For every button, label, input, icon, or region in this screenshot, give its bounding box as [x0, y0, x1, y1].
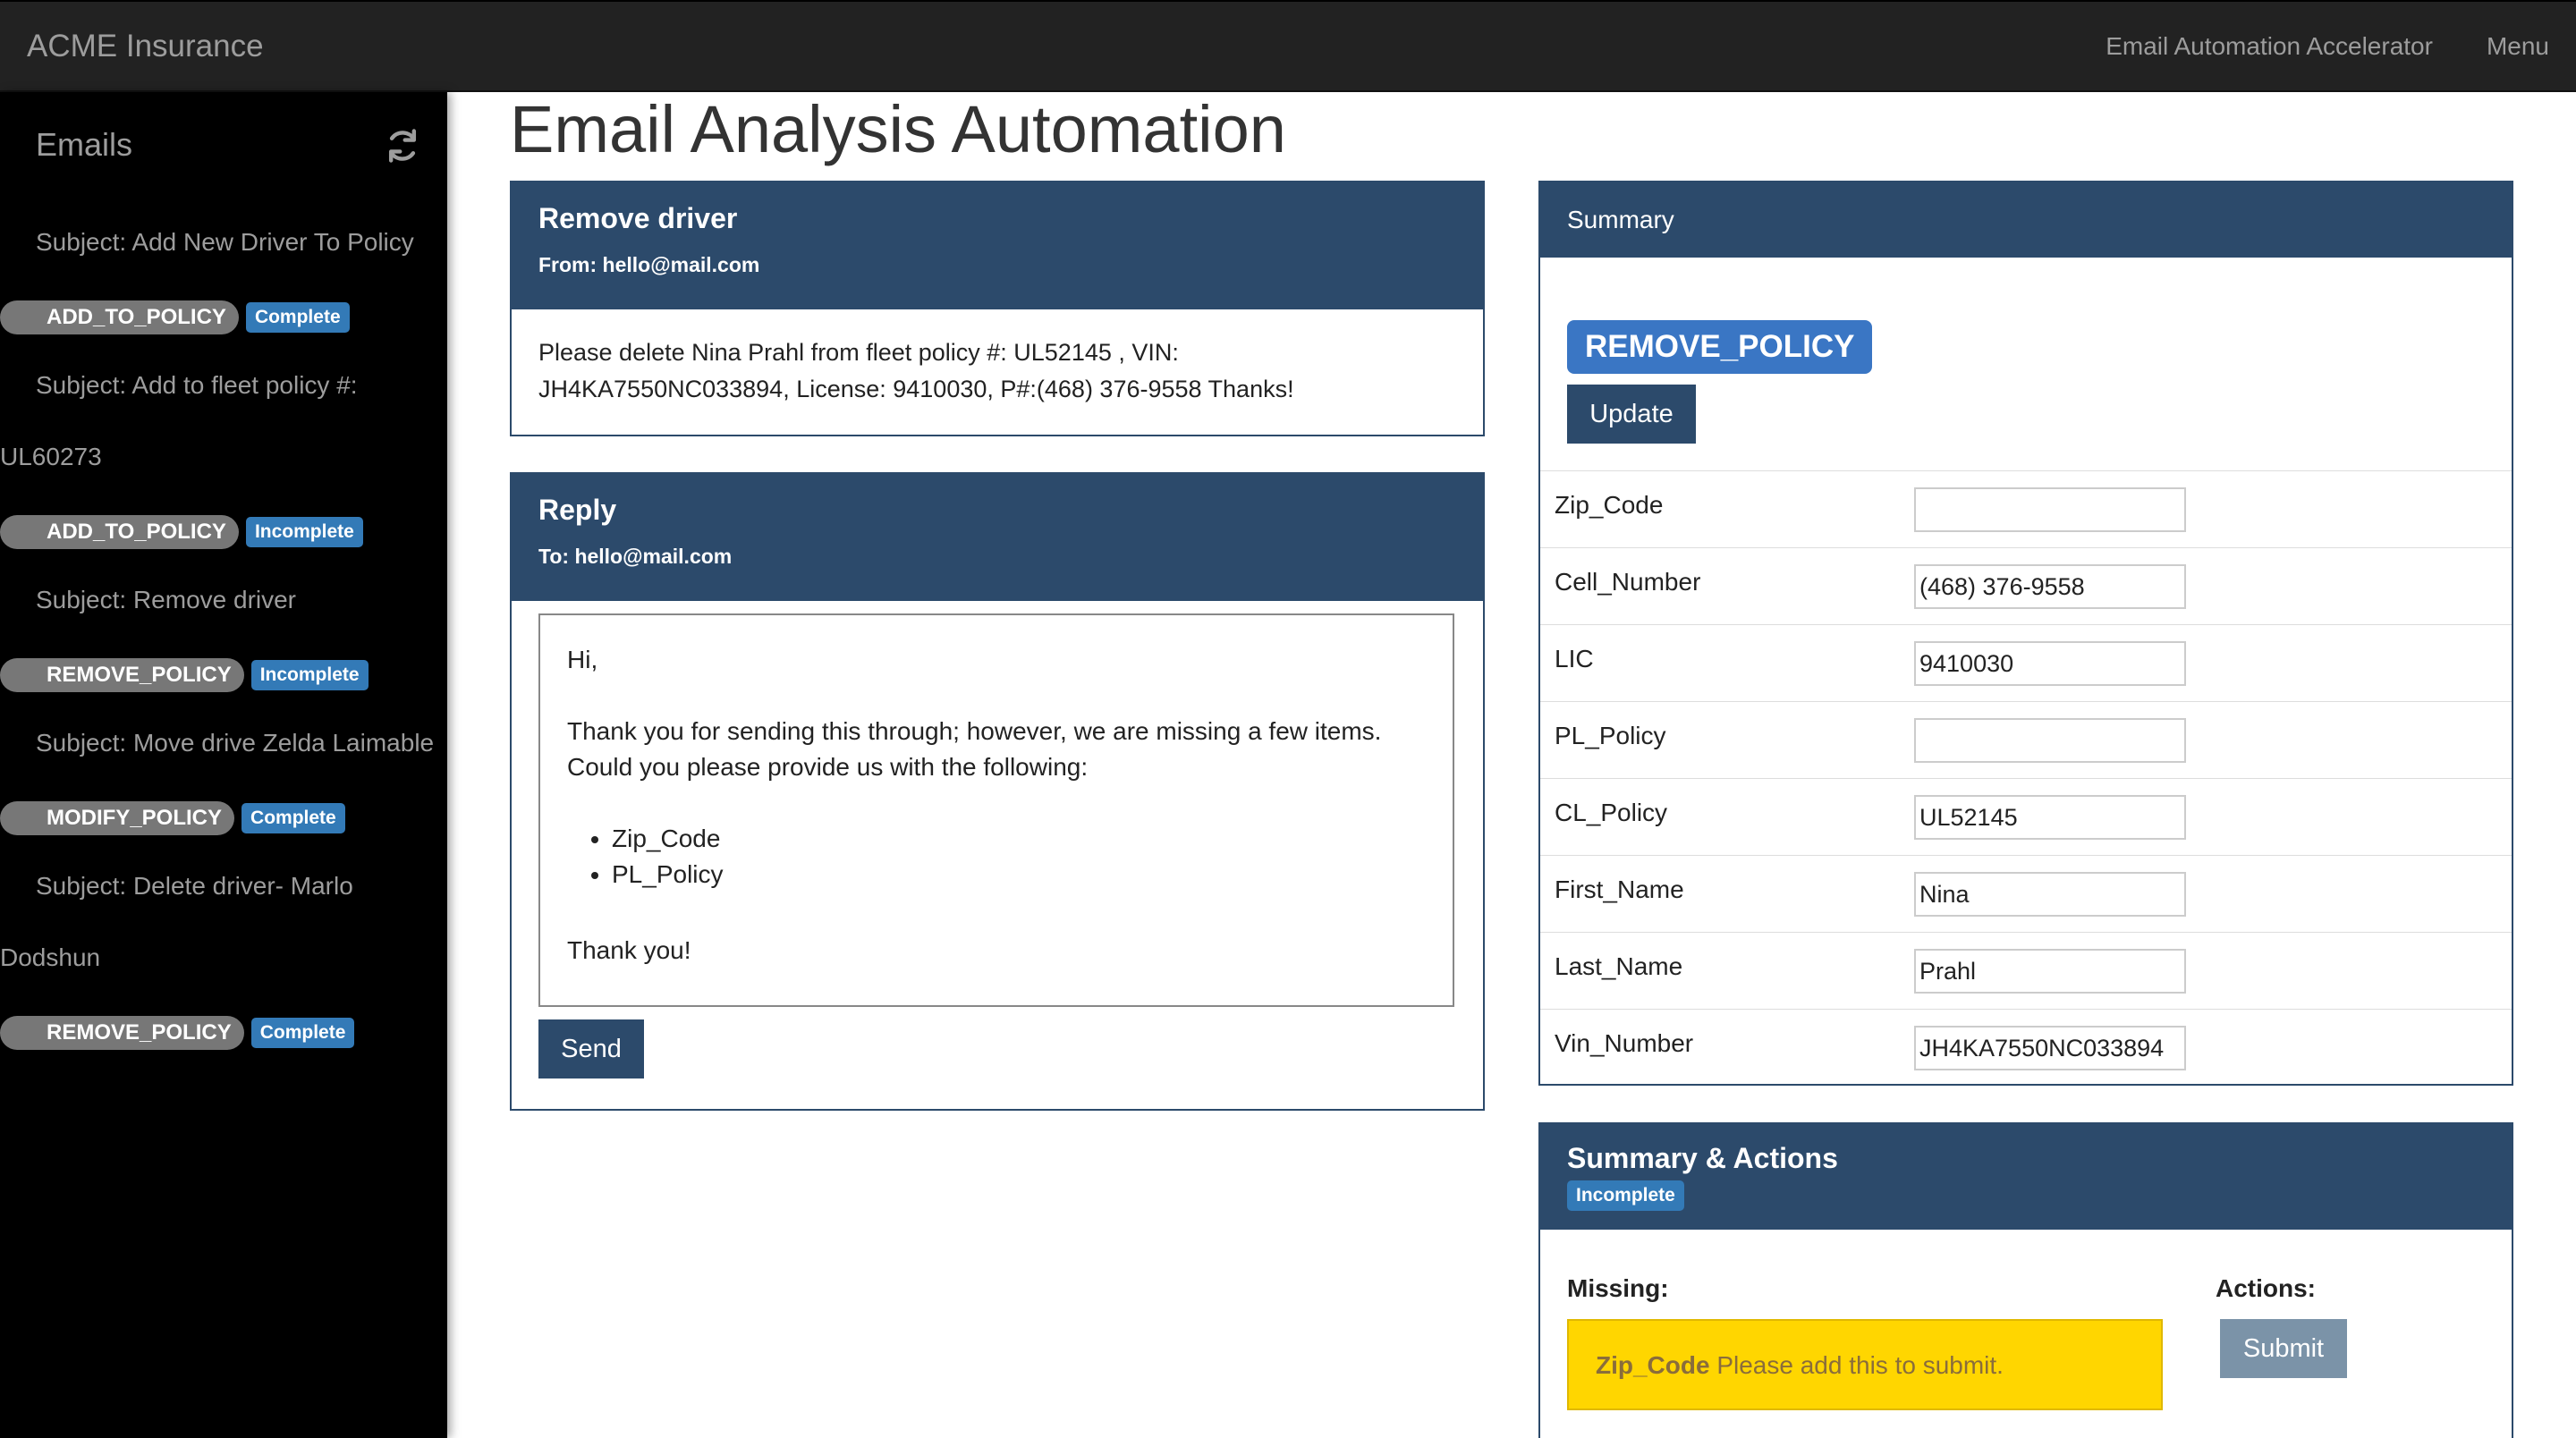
- reply-to: To: hello@mail.com: [538, 545, 733, 568]
- email-tags: ADD_TO_POLICY Incomplete: [0, 515, 363, 549]
- cl-policy-input[interactable]: [1914, 795, 2186, 840]
- status-badge: Complete: [242, 803, 345, 833]
- list-item: Zip_Code: [612, 821, 1426, 857]
- field-label: CL_Policy: [1555, 799, 1668, 826]
- refresh-icon[interactable]: [383, 126, 422, 165]
- reply-greeting: Hi,: [567, 646, 598, 673]
- email-subject-cont[interactable]: UL60273: [0, 443, 102, 471]
- field-row-lic: LIC: [1540, 624, 2512, 701]
- submit-button[interactable]: Submit: [2220, 1319, 2347, 1378]
- status-badge: Complete: [245, 302, 350, 333]
- summary-panel: Summary REMOVE_POLICY Update Zip_Code Ce…: [1538, 181, 2513, 1086]
- category-pill: ADD_TO_POLICY: [0, 515, 239, 549]
- reply-panel-header: Reply To: hello@mail.com: [512, 474, 1483, 601]
- category-pill: REMOVE_POLICY: [0, 1016, 244, 1050]
- field-row-first-name: First_Name: [1540, 855, 2512, 932]
- field-label: Cell_Number: [1555, 568, 1701, 596]
- field-row-cell-number: Cell_Number: [1540, 547, 2512, 624]
- email-subject-heading: Remove driver: [538, 202, 738, 234]
- actions-label: Actions:: [2216, 1274, 2316, 1302]
- email-subject[interactable]: Subject: Move drive Zelda Laimable: [36, 729, 434, 757]
- update-button[interactable]: Update: [1567, 385, 1696, 444]
- field-row-pl-policy: PL_Policy: [1540, 701, 2512, 778]
- missing-field-name: Zip_Code: [1596, 1351, 1710, 1379]
- email-panel-header: Remove driver From: hello@mail.com: [512, 182, 1483, 309]
- email-subject[interactable]: Subject: Remove driver: [36, 586, 296, 614]
- status-badge: Incomplete: [245, 517, 363, 547]
- email-tags: REMOVE_POLICY Complete: [0, 1016, 355, 1050]
- email-type-badge: REMOVE_POLICY: [1567, 320, 1873, 374]
- field-label: PL_Policy: [1555, 722, 1666, 749]
- category-pill: ADD_TO_POLICY: [0, 300, 239, 334]
- email-subject[interactable]: Subject: Delete driver- Marlo: [36, 872, 353, 901]
- summary-panel-header: Summary: [1540, 182, 2512, 258]
- missing-label: Missing:: [1567, 1274, 1669, 1302]
- field-label: Vin_Number: [1555, 1029, 1694, 1057]
- reply-body-line: Could you please provide us with the fol…: [567, 753, 1089, 781]
- email-body-line: JH4KA7550NC033894, License: 9410030, P#:…: [538, 376, 1294, 402]
- field-label: LIC: [1555, 645, 1594, 672]
- field-label: First_Name: [1555, 875, 1684, 903]
- first-name-input[interactable]: [1914, 872, 2186, 917]
- status-badge: Incomplete: [1567, 1180, 1684, 1211]
- email-subject[interactable]: Subject: Add to fleet policy #:: [36, 371, 358, 400]
- actions-title: Summary & Actions: [1567, 1142, 1838, 1174]
- reply-panel: Reply To: hello@mail.com Hi, Thank you f…: [510, 472, 1485, 1111]
- send-button[interactable]: Send: [538, 1019, 644, 1078]
- actions-panel: Summary & Actions Incomplete Missing: Ac…: [1538, 1122, 2513, 1438]
- email-body: Please delete Nina Prahl from fleet poli…: [512, 309, 1483, 433]
- lic-input[interactable]: [1914, 641, 2186, 686]
- email-tags: ADD_TO_POLICY Complete: [0, 300, 350, 334]
- category-pill: MODIFY_POLICY: [0, 801, 235, 835]
- reply-closing: Thank you!: [567, 936, 691, 964]
- field-row-zip-code: Zip_Code: [1540, 470, 2512, 547]
- nav-link-email-automation[interactable]: Email Automation Accelerator: [2106, 32, 2433, 61]
- field-label: Zip_Code: [1555, 491, 1664, 519]
- page-title: Email Analysis Automation: [510, 92, 1286, 166]
- email-tags: REMOVE_POLICY Incomplete: [0, 658, 369, 692]
- category-pill: REMOVE_POLICY: [0, 658, 244, 692]
- email-panel: Remove driver From: hello@mail.com Pleas…: [510, 181, 1485, 436]
- list-item: PL_Policy: [612, 857, 1426, 892]
- field-row-vin-number: Vin_Number: [1540, 1009, 2512, 1086]
- email-sidebar: Emails Subject: Add New Driver To Policy…: [0, 92, 447, 1438]
- pl-policy-input[interactable]: [1914, 718, 2186, 763]
- email-tags: MODIFY_POLICY Complete: [0, 801, 345, 835]
- reply-textarea[interactable]: Hi, Thank you for sending this through; …: [538, 613, 1454, 1007]
- reply-title: Reply: [538, 494, 617, 526]
- email-subject[interactable]: Subject: Add New Driver To Policy: [36, 228, 414, 257]
- email-from: From: hello@mail.com: [538, 253, 760, 276]
- missing-items-list: Zip_Code PL_Policy: [612, 821, 1426, 892]
- reply-body-line: Thank you for sending this through; howe…: [567, 717, 1382, 745]
- brand-name[interactable]: ACME Insurance: [27, 29, 264, 64]
- field-row-cl-policy: CL_Policy: [1540, 778, 2512, 855]
- missing-alert: Zip_Code Please add this to submit.: [1567, 1319, 2163, 1410]
- actions-panel-header: Summary & Actions Incomplete: [1540, 1124, 2512, 1230]
- field-label: Last_Name: [1555, 952, 1683, 980]
- nav-link-menu[interactable]: Menu: [2487, 32, 2549, 61]
- navbar-links: Email Automation Accelerator Menu: [2106, 32, 2549, 61]
- last-name-input[interactable]: [1914, 949, 2186, 994]
- vin-number-input[interactable]: [1914, 1026, 2186, 1070]
- status-badge: Incomplete: [250, 660, 369, 690]
- field-row-last-name: Last_Name: [1540, 932, 2512, 1009]
- cell-number-input[interactable]: [1914, 564, 2186, 609]
- summary-title: Summary: [1567, 206, 1674, 233]
- status-badge: Complete: [250, 1018, 355, 1048]
- missing-message: Please add this to submit.: [1709, 1351, 2004, 1379]
- email-subject-cont[interactable]: Dodshun: [0, 943, 100, 972]
- sidebar-title: Emails: [36, 126, 133, 163]
- top-navbar: ACME Insurance Email Automation Accelera…: [0, 0, 2576, 92]
- zip-code-input[interactable]: [1914, 487, 2186, 532]
- email-body-line: Please delete Nina Prahl from fleet poli…: [538, 339, 1179, 366]
